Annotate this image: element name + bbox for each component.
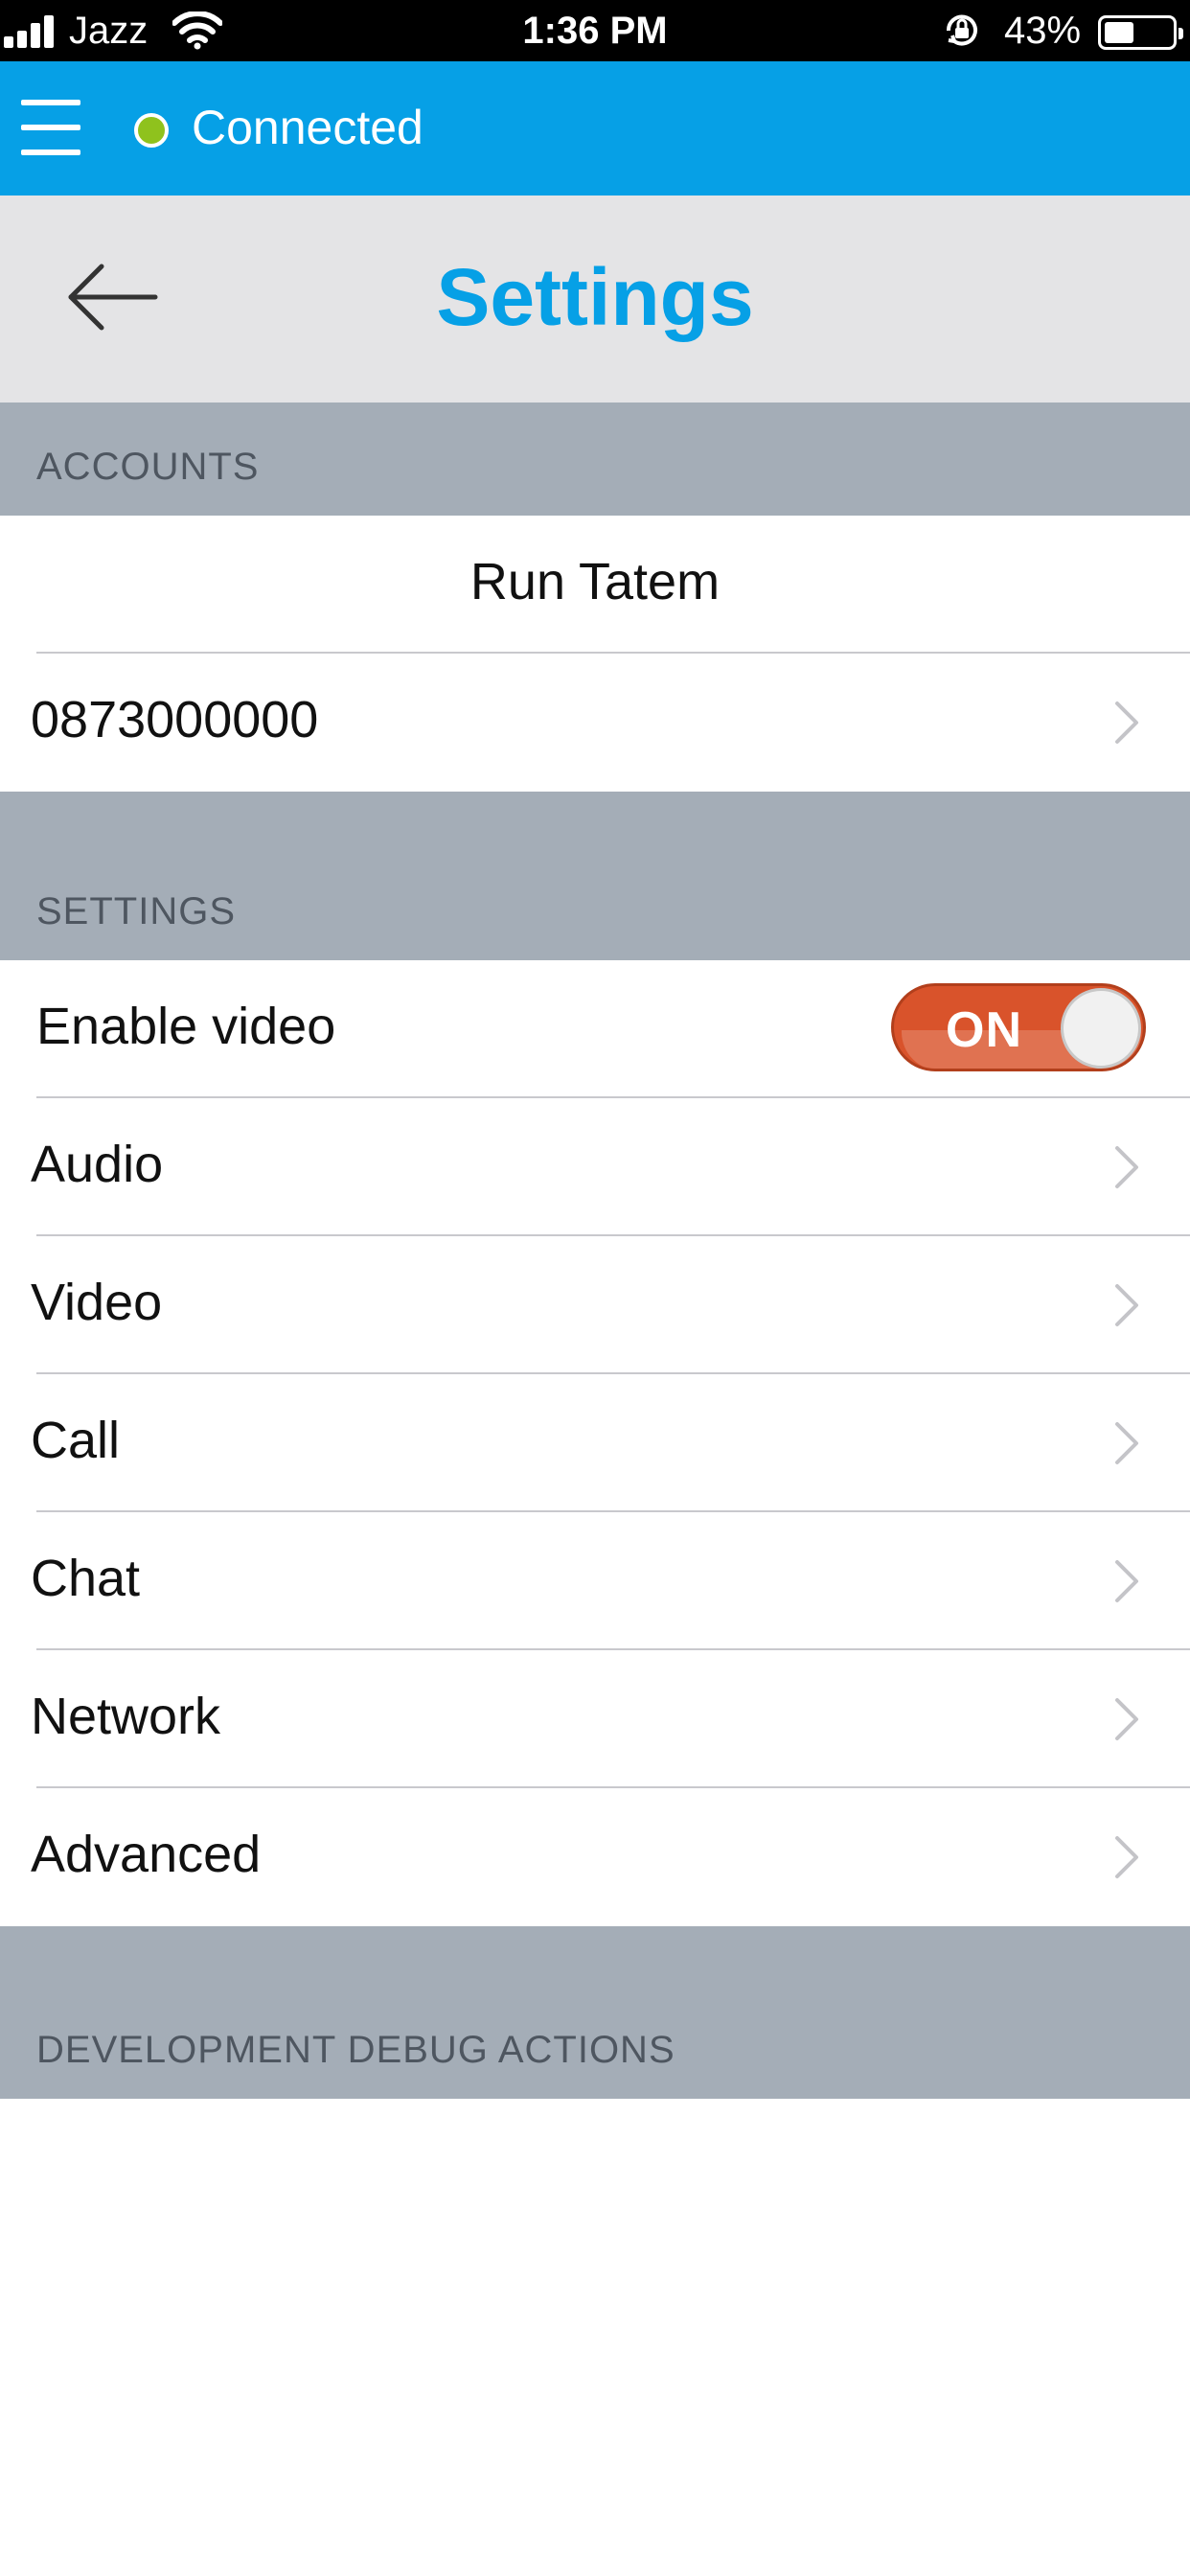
settings-item-label: Call [31, 1412, 121, 1469]
account-name: Run Tatem [469, 553, 721, 610]
settings-item-call[interactable]: Call [0, 1374, 1190, 1512]
settings-item-label: Chat [31, 1550, 141, 1607]
account-number-row[interactable]: 0873000000 [0, 654, 1190, 792]
rotation-lock-icon [946, 14, 977, 46]
section-header-accounts: ACCOUNTS [0, 402, 1190, 516]
settings-item-chat[interactable]: Chat [0, 1512, 1190, 1650]
page-header: Settings [0, 196, 1190, 402]
page-title: Settings [436, 252, 754, 342]
settings-item-audio[interactable]: Audio [0, 1098, 1190, 1236]
hamburger-menu-icon[interactable] [19, 96, 82, 159]
toggle-knob [1061, 988, 1141, 1069]
status-bar: Jazz 1:36 PM 43% [0, 0, 1190, 61]
settings-item-label: Video [31, 1274, 163, 1331]
chevron-right-icon [1115, 1698, 1138, 1740]
connection-status-dot [134, 113, 169, 148]
section-header-debug: DEVELOPMENT DEBUG ACTIONS [0, 1926, 1190, 2099]
settings-item-video[interactable]: Video [0, 1236, 1190, 1374]
battery-icon [1098, 15, 1183, 50]
chevron-right-icon [1115, 1560, 1138, 1602]
connection-status-text: Connected [192, 101, 423, 154]
section-header-label: DEVELOPMENT DEBUG ACTIONS [36, 2029, 675, 2071]
chevron-right-icon [1115, 1836, 1138, 1878]
battery-level [1105, 22, 1133, 43]
account-number: 0873000000 [31, 691, 319, 748]
section-header-label: SETTINGS [36, 890, 237, 932]
enable-video-row: Enable video ON [0, 960, 1190, 1098]
enable-video-label: Enable video [36, 998, 336, 1055]
section-header-settings: SETTINGS [0, 792, 1190, 960]
settings-item-advanced[interactable]: Advanced [0, 1788, 1190, 1926]
chevron-right-icon [1115, 702, 1138, 744]
chevron-right-icon [1115, 1146, 1138, 1188]
account-name-row[interactable]: Run Tatem [0, 516, 1190, 654]
settings-item-label: Advanced [31, 1826, 262, 1883]
section-header-label: ACCOUNTS [36, 446, 260, 488]
enable-video-toggle[interactable]: ON [891, 983, 1146, 1071]
chevron-right-icon [1115, 1284, 1138, 1326]
settings-item-label: Audio [31, 1136, 164, 1193]
battery-percent: 43% [1004, 10, 1082, 52]
app-bar: Connected [0, 61, 1190, 196]
chevron-right-icon [1115, 1422, 1138, 1464]
toggle-state-text: ON [946, 1002, 1022, 1058]
settings-item-network[interactable]: Network [0, 1650, 1190, 1788]
settings-item-label: Network [31, 1688, 221, 1745]
